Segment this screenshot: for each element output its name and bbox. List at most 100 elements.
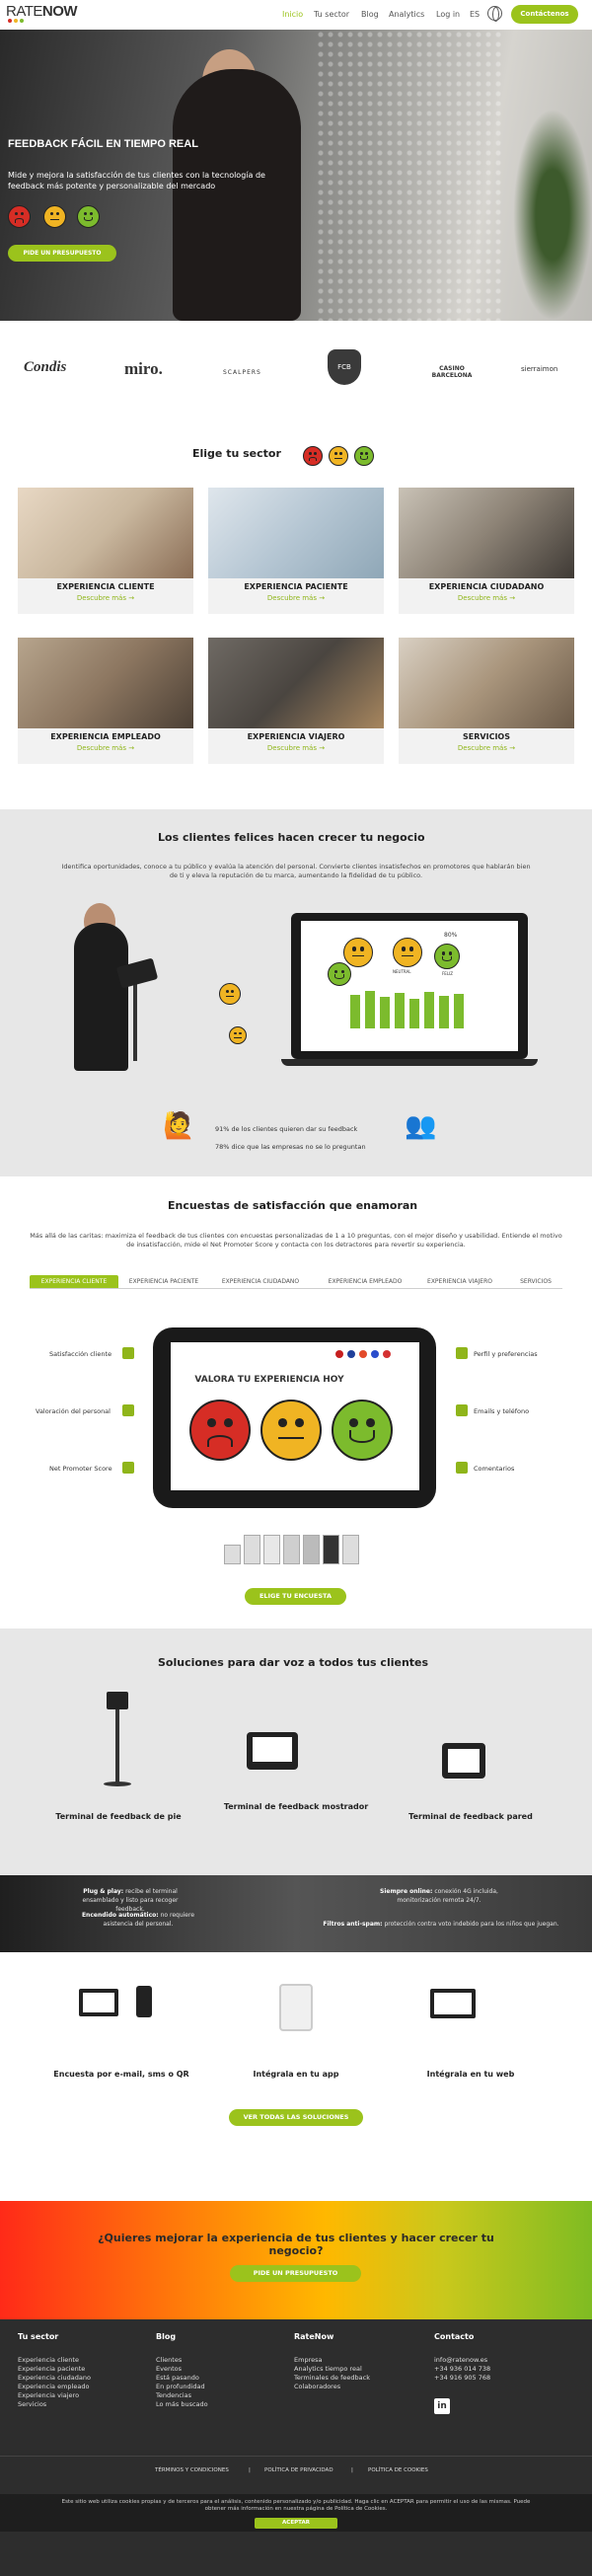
sector-more-link[interactable]: Descubre más → xyxy=(18,594,193,602)
people-talking-icon: 👥 xyxy=(405,1111,437,1141)
web-laptop-screen xyxy=(434,1993,472,2014)
feature-emails: Emails y teléfono xyxy=(474,1407,530,1415)
chart-label-feliz: FELIZ xyxy=(442,971,453,976)
neutral-face-icon xyxy=(329,446,348,466)
sector-card-viajero[interactable]: EXPERIENCIA VIAJERO Descubre más → xyxy=(208,638,384,764)
ratenow-logo[interactable]: RATENOW xyxy=(6,3,78,20)
footer-link[interactable]: Servicios xyxy=(18,2400,46,2408)
footer-link[interactable]: En profundidad xyxy=(156,2383,205,2390)
footer-link[interactable]: Empresa xyxy=(294,2356,322,2364)
mail-icon xyxy=(456,1404,468,1416)
survey-variant-thumb[interactable] xyxy=(342,1535,359,1564)
channel-email-label: Encuesta por e-mail, sms o QR xyxy=(53,2070,189,2079)
footer-link[interactable]: Clientes xyxy=(156,2356,182,2364)
neutral-face-icon[interactable] xyxy=(260,1400,322,1461)
footer-link[interactable]: Terminales de feedback xyxy=(294,2374,370,2382)
survey-variant-thumb[interactable] xyxy=(283,1535,300,1564)
footer-link[interactable]: Está pasando xyxy=(156,2374,199,2382)
nav-tu-sector[interactable]: Tu sector xyxy=(314,10,349,19)
contact-button[interactable]: Contáctenos xyxy=(511,5,578,24)
survey-variant-thumb[interactable] xyxy=(224,1545,241,1564)
tab-experiencia-viajero[interactable]: EXPERIENCIA VIAJERO xyxy=(420,1275,499,1288)
sector-card-label: EXPERIENCIA CIUDADANO xyxy=(428,582,545,591)
nav-log-in[interactable]: Log in xyxy=(436,10,460,19)
privacy-link[interactable]: POLÍTICA DE PRIVACIDAD xyxy=(264,2467,333,2473)
sector-more-link[interactable]: Descubre más → xyxy=(208,594,384,602)
footer-link[interactable]: Experiencia paciente xyxy=(18,2365,85,2373)
logo-dot-yellow xyxy=(14,19,18,23)
footer-link[interactable]: Experiencia viajero xyxy=(18,2391,79,2399)
choose-survey-button[interactable]: ELIGE TU ENCUESTA xyxy=(245,1588,346,1605)
flag-fr-icon xyxy=(371,1350,379,1358)
tab-experiencia-cliente[interactable]: EXPERIENCIA CLIENTE xyxy=(30,1275,118,1288)
footer-link[interactable]: Experiencia ciudadano xyxy=(18,2374,91,2382)
all-solutions-button[interactable]: VER TODAS LAS SOLUCIONES xyxy=(229,2109,363,2126)
terms-link[interactable]: TÉRMINOS Y CONDICIONES xyxy=(155,2467,229,2473)
cookie-accept-button[interactable]: ACEPTAR xyxy=(255,2518,337,2529)
solutions-title: Soluciones para dar voz a todos tus clie… xyxy=(158,1656,429,1669)
footer-link[interactable]: Eventos xyxy=(156,2365,182,2373)
survey-variant-thumb[interactable] xyxy=(323,1535,339,1564)
tab-experiencia-paciente[interactable]: EXPERIENCIA PACIENTE xyxy=(124,1275,203,1288)
sector-card-ciudadano[interactable]: EXPERIENCIA CIUDADANO Descubre más → xyxy=(399,488,574,614)
sector-card-servicios[interactable]: SERVICIOS Descubre más → xyxy=(399,638,574,764)
person-raising-hand-icon: 🙋 xyxy=(163,1111,195,1141)
nav-language[interactable]: ES xyxy=(470,10,480,19)
footer-link[interactable]: Analytics tiempo real xyxy=(294,2365,362,2373)
footer-link[interactable]: Experiencia empleado xyxy=(18,2383,89,2390)
logo-dot-green xyxy=(20,19,24,23)
happy-face-icon[interactable] xyxy=(332,1400,393,1461)
chart-bar xyxy=(409,999,419,1028)
linkedin-icon[interactable]: in xyxy=(434,2398,450,2414)
footer-link[interactable]: Colaboradores xyxy=(294,2383,340,2390)
nav-inicio[interactable]: Inicio xyxy=(282,10,303,19)
profile-icon xyxy=(456,1347,468,1359)
hero-quote-button[interactable]: PIDE UN PRESUPUESTO xyxy=(8,245,116,262)
feature-satisfaccion: Satisfacción cliente xyxy=(49,1350,112,1358)
client-logo-casino: CASINO BARCELONA xyxy=(431,365,473,379)
survey-variants xyxy=(222,1535,370,1569)
chart-bar xyxy=(350,995,360,1028)
chart-bar xyxy=(380,997,390,1028)
client-logo-miro: miro. xyxy=(124,359,163,378)
kiosk-pole xyxy=(133,972,137,1061)
sector-card-empleado[interactable]: EXPERIENCIA EMPLEADO Descubre más → xyxy=(18,638,193,764)
footer-link[interactable]: Lo más buscado xyxy=(156,2400,208,2408)
cta-band-quote-button[interactable]: PIDE UN PRESUPUESTO xyxy=(230,2265,361,2282)
globe-icon[interactable] xyxy=(487,6,502,22)
happy-title: Los clientes felices hacen crecer tu neg… xyxy=(158,831,425,844)
tab-servicios[interactable]: SERVICIOS xyxy=(511,1275,560,1288)
woman-figure xyxy=(74,923,128,1071)
sector-more-link[interactable]: Descubre más → xyxy=(18,744,193,752)
footer-link[interactable]: Experiencia cliente xyxy=(18,2356,79,2364)
footer-phone[interactable]: +34 916 905 768 xyxy=(434,2374,490,2382)
hero-plant xyxy=(513,109,592,321)
nav-blog[interactable]: Blog xyxy=(361,10,379,19)
feature-anti-spam: Filtros anti-spam: protección contra vot… xyxy=(323,1921,559,1928)
hero-title: FEEDBACK FÁCIL EN TIEMPO REAL xyxy=(8,138,198,150)
footer-email[interactable]: info@ratenow.es xyxy=(434,2356,487,2364)
cta-band xyxy=(0,2201,592,2319)
neutral-face-icon xyxy=(219,983,241,1005)
sad-face-icon[interactable] xyxy=(189,1400,251,1461)
survey-variant-thumb[interactable] xyxy=(263,1535,280,1564)
survey-tabs: EXPERIENCIA CLIENTE EXPERIENCIA PACIENTE… xyxy=(30,1275,562,1289)
survey-variant-thumb[interactable] xyxy=(303,1535,320,1564)
tab-experiencia-ciudadano[interactable]: EXPERIENCIA CIUDADANO xyxy=(215,1275,306,1288)
stat-feedback: 91% de los clientes quieren dar su feedb… xyxy=(215,1125,358,1133)
sector-card-paciente[interactable]: EXPERIENCIA PACIENTE Descubre más → xyxy=(208,488,384,614)
footer-link[interactable]: Tendencias xyxy=(156,2391,191,2399)
nav-analytics[interactable]: Analytics xyxy=(389,10,424,19)
flag-en-icon xyxy=(347,1350,355,1358)
sector-more-link[interactable]: Descubre más → xyxy=(399,594,574,602)
sector-more-link[interactable]: Descubre más → xyxy=(208,744,384,752)
cookies-link[interactable]: POLÍTICA DE COOKIES xyxy=(368,2467,428,2473)
feature-valoracion: Valoración del personal xyxy=(36,1407,111,1415)
sector-card-label: EXPERIENCIA CLIENTE xyxy=(56,582,155,591)
tab-experiencia-empleado[interactable]: EXPERIENCIA EMPLEADO xyxy=(322,1275,408,1288)
survey-variant-thumb[interactable] xyxy=(244,1535,260,1564)
footer-phone[interactable]: +34 936 014 738 xyxy=(434,2365,490,2373)
logo-dot-red xyxy=(8,19,12,23)
sector-card-cliente[interactable]: EXPERIENCIA CLIENTE Descubre más → xyxy=(18,488,193,614)
sector-more-link[interactable]: Descubre más → xyxy=(399,744,574,752)
